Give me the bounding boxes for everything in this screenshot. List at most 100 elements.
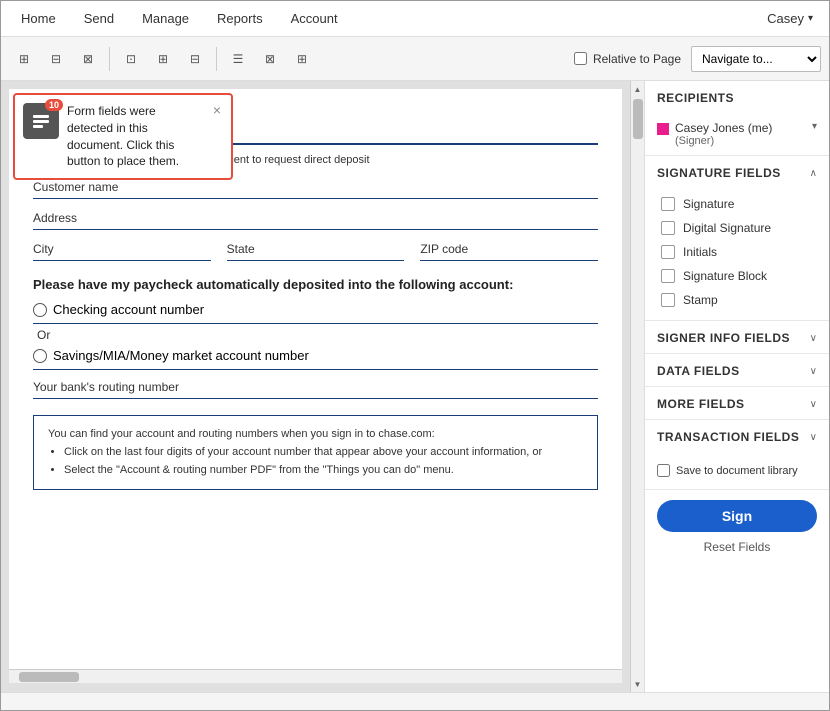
- routing-label: Your bank's routing number: [33, 380, 598, 394]
- document-area[interactable]: 10 Form fields were detected in this doc…: [1, 81, 630, 692]
- user-menu[interactable]: Casey ▾: [759, 11, 821, 26]
- sign-button[interactable]: Sign: [657, 500, 817, 532]
- info-bullet1: Click on the last four digits of your ac…: [64, 444, 583, 462]
- nav-account[interactable]: Account: [279, 1, 350, 37]
- relative-to-page-label: Relative to Page: [593, 52, 681, 66]
- navigate-to-select[interactable]: Navigate to...: [691, 46, 821, 72]
- transaction-fields-chevron-icon[interactable]: ∨: [810, 432, 817, 443]
- sig-icon-digital: [661, 221, 675, 235]
- nav-home[interactable]: Home: [9, 1, 68, 37]
- state-label: State: [227, 242, 405, 256]
- scroll-down-arrow[interactable]: ▼: [632, 678, 644, 690]
- toolbar-btn-8[interactable]: ⊠: [255, 45, 285, 73]
- sig-field-stamp[interactable]: Stamp: [645, 288, 829, 312]
- data-fields-title: Data Fields: [657, 364, 740, 378]
- toolbar-sep-2: [216, 47, 217, 71]
- signer-info-header[interactable]: Signer Info Fields ∨: [645, 321, 829, 353]
- nav-reports[interactable]: Reports: [205, 1, 275, 37]
- reset-fields-link[interactable]: Reset Fields: [645, 536, 829, 562]
- save-to-library-label: Save to document library: [676, 465, 798, 477]
- toolbar-btn-4[interactable]: ⊡: [116, 45, 146, 73]
- sig-label-block: Signature Block: [683, 269, 767, 283]
- more-fields-section: More Fields ∨: [645, 387, 829, 420]
- recipient-name: Casey Jones (me): [675, 121, 806, 135]
- sig-field-signature[interactable]: Signature: [645, 192, 829, 216]
- savings-label: Savings/MIA/Money market account number: [53, 348, 309, 363]
- recipients-list: Casey Jones (me) (Signer) ▾: [645, 113, 829, 155]
- more-fields-chevron-icon[interactable]: ∨: [810, 399, 817, 410]
- customer-name-label: Customer name: [33, 180, 598, 194]
- document-inner: 10 Form fields were detected in this doc…: [9, 89, 622, 669]
- zip-label: ZIP code: [420, 242, 598, 256]
- save-to-library-checkbox[interactable]: [657, 464, 670, 477]
- save-to-library-row: Save to document library: [657, 460, 817, 481]
- sig-field-digital[interactable]: Digital Signature: [645, 216, 829, 240]
- sig-icon-signature: [661, 197, 675, 211]
- checking-label: Checking account number: [53, 302, 204, 317]
- address-field: Address: [33, 211, 598, 230]
- horiz-scroll-thumb[interactable]: [19, 672, 79, 682]
- sig-label-signature: Signature: [683, 197, 734, 211]
- info-bullet2: Select the "Account & routing number PDF…: [64, 462, 583, 480]
- more-fields-header[interactable]: More Fields ∨: [645, 387, 829, 419]
- nav-send[interactable]: Send: [72, 1, 126, 37]
- relative-to-page-group: Relative to Page: [566, 52, 689, 66]
- popup-close-button[interactable]: ×: [211, 103, 223, 117]
- signature-fields-chevron-icon[interactable]: ∧: [810, 168, 817, 179]
- sig-label-initials: Initials: [683, 245, 717, 259]
- info-box: You can find your account and routing nu…: [33, 415, 598, 490]
- recipient-color-swatch: [657, 123, 669, 135]
- scroll-up-arrow[interactable]: ▲: [632, 83, 644, 95]
- signer-info-section: Signer Info Fields ∨: [645, 321, 829, 354]
- transaction-fields-title: Transaction Fields: [657, 430, 799, 444]
- or-label: Or: [33, 328, 598, 342]
- customer-name-field: Customer name: [33, 180, 598, 199]
- info-line1: You can find your account and routing nu…: [48, 426, 583, 444]
- routing-field: Your bank's routing number: [33, 380, 598, 399]
- recipient-chevron-icon[interactable]: ▾: [812, 121, 817, 132]
- nav-manage[interactable]: Manage: [130, 1, 201, 37]
- transaction-fields-header[interactable]: Transaction Fields ∨: [645, 420, 829, 452]
- form-fields-popup: 10 Form fields were detected in this doc…: [13, 93, 233, 180]
- savings-radio[interactable]: [33, 349, 47, 363]
- sig-label-digital: Digital Signature: [683, 221, 771, 235]
- popup-message: Form fields were detected in this docume…: [67, 103, 203, 170]
- signer-info-chevron-icon[interactable]: ∨: [810, 333, 817, 344]
- city-field: City: [33, 242, 211, 261]
- data-fields-header[interactable]: Data Fields ∨: [645, 354, 829, 386]
- toolbar-btn-9[interactable]: ⊞: [287, 45, 317, 73]
- transaction-fields-section: Transaction Fields ∨ Save to document li…: [645, 420, 829, 490]
- relative-to-page-checkbox[interactable]: [574, 52, 587, 65]
- toolbar-btn-5[interactable]: ⊞: [148, 45, 178, 73]
- toolbar-btn-2[interactable]: ⊟: [41, 45, 71, 73]
- toolbar-btn-3[interactable]: ⊠: [73, 45, 103, 73]
- zip-field: ZIP code: [420, 242, 598, 261]
- popup-icon-wrap: 10: [23, 103, 59, 139]
- popup-badge: 10: [45, 99, 63, 111]
- sig-field-initials[interactable]: Initials: [645, 240, 829, 264]
- checking-account-field: [33, 321, 598, 324]
- deposit-section-title: Please have my paycheck automatically de…: [33, 277, 598, 292]
- toolbar-btn-1[interactable]: ⊞: [9, 45, 39, 73]
- city-label: City: [33, 242, 211, 256]
- savings-account-row: Savings/MIA/Money market account number: [33, 348, 598, 363]
- data-fields-chevron-icon[interactable]: ∨: [810, 366, 817, 377]
- state-field: State: [227, 242, 405, 261]
- recipients-section: RECIPIENTS Casey Jones (me) (Signer) ▾: [645, 81, 829, 156]
- horiz-scrollbar[interactable]: [9, 669, 622, 683]
- main-content: 10 Form fields were detected in this doc…: [1, 81, 829, 692]
- signature-fields-list: Signature Digital Signature Initials Sig…: [645, 188, 829, 320]
- sig-field-block[interactable]: Signature Block: [645, 264, 829, 288]
- checking-radio[interactable]: [33, 303, 47, 317]
- signature-fields-header[interactable]: Signature Fields ∧: [645, 156, 829, 188]
- more-fields-title: More Fields: [657, 397, 745, 411]
- top-nav: Home Send Manage Reports Account Casey ▾: [1, 1, 829, 37]
- sig-icon-block: [661, 269, 675, 283]
- toolbar-btn-7[interactable]: ☰: [223, 45, 253, 73]
- scroll-thumb[interactable]: [633, 99, 643, 139]
- vert-scrollbar[interactable]: ▲ ▼: [630, 81, 644, 692]
- recipients-header[interactable]: RECIPIENTS: [645, 81, 829, 113]
- data-fields-section: Data Fields ∨: [645, 354, 829, 387]
- sig-icon-initials: [661, 245, 675, 259]
- toolbar-btn-6[interactable]: ⊟: [180, 45, 210, 73]
